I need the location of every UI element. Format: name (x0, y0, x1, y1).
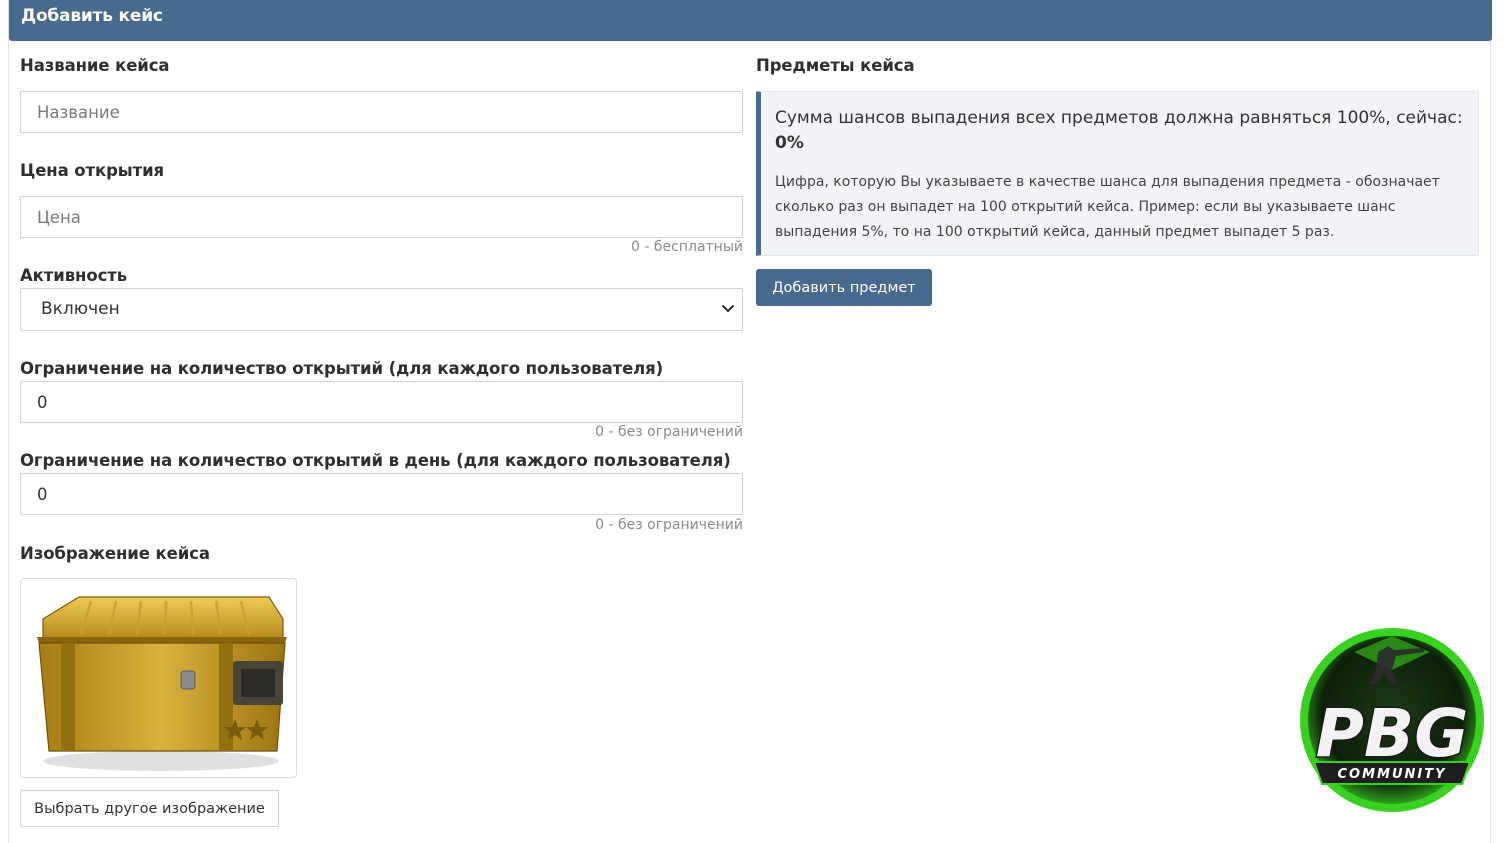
daily-limit-input[interactable] (20, 473, 743, 515)
chance-info-alert: Сумма шансов выпадения всех предметов до… (756, 91, 1479, 256)
case-image-label: Изображение кейса (20, 544, 210, 563)
activity-select[interactable]: Включен (20, 288, 743, 331)
open-limit-label: Ограничение на количество открытий (для … (20, 359, 664, 378)
case-items-title: Предметы кейса (756, 56, 915, 75)
page-title: Добавить кейс (21, 6, 163, 26)
price-label: Цена открытия (20, 161, 165, 180)
logo-main-text: PBG (1316, 695, 1469, 772)
chance-sum-text: Сумма шансов выпадения всех предметов до… (775, 106, 1465, 156)
price-input[interactable] (20, 196, 743, 238)
pbg-community-logo: PBG COMMUNITY (1300, 628, 1484, 812)
chance-sum-label: Сумма шансов выпадения всех предметов до… (775, 108, 1463, 128)
open-limit-hint: 0 - без ограничений (595, 424, 743, 440)
open-limit-input[interactable] (20, 381, 743, 423)
logo-sub-text: COMMUNITY (1337, 767, 1446, 782)
case-name-label: Название кейса (20, 56, 170, 75)
case-image-preview (20, 578, 297, 778)
daily-limit-label: Ограничение на количество открытий в ден… (20, 451, 731, 470)
panel-header: Добавить кейс (9, 0, 1492, 41)
chance-explanation: Цифра, которую Вы указываете в качестве … (775, 174, 1440, 240)
case-name-input[interactable] (20, 91, 743, 133)
price-hint: 0 - бесплатный (631, 239, 743, 255)
activity-selected-value: Включен (41, 299, 120, 319)
change-image-button[interactable]: Выбрать другое изображение (20, 790, 279, 827)
activity-label: Активность (20, 266, 128, 285)
daily-limit-hint: 0 - без ограничений (595, 517, 743, 533)
case-box-image (37, 596, 287, 771)
chevron-down-icon (722, 305, 734, 312)
chance-sum-value: 0% (775, 133, 804, 153)
add-item-button[interactable]: Добавить предмет (756, 269, 932, 306)
